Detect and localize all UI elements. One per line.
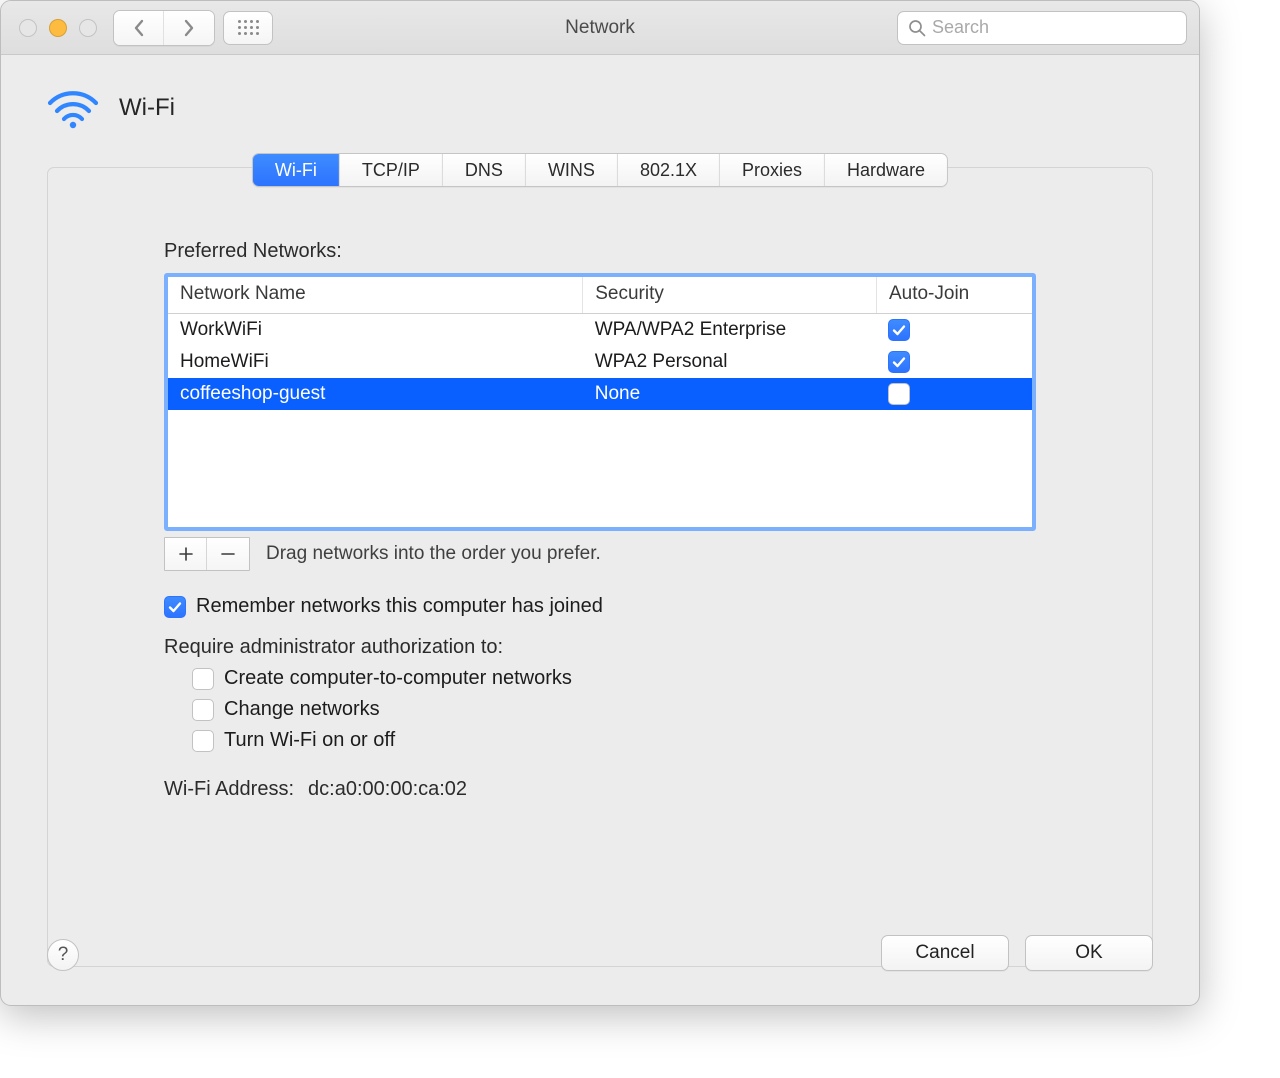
column-header-security[interactable]: Security [583,277,877,314]
close-window-button[interactable] [19,19,37,37]
add-remove-controls [164,537,250,571]
chevron-right-icon [182,19,196,37]
page-title: Wi-Fi [119,94,175,122]
nav-back-forward [113,10,215,46]
plus-icon [178,546,194,562]
autojoin-checkbox[interactable] [888,319,910,341]
cancel-button[interactable]: Cancel [881,935,1009,971]
ok-button[interactable]: OK [1025,935,1153,971]
autojoin-cell [876,314,1032,347]
help-icon: ? [58,944,69,966]
table-row[interactable]: WorkWiFiWPA/WPA2 Enterprise [168,314,1032,347]
cancel-button-label: Cancel [915,942,974,964]
remember-networks-option[interactable]: Remember networks this computer has join… [164,595,1036,618]
tabs: Wi-FiTCP/IPDNSWINS802.1XProxiesHardware [252,153,948,187]
autojoin-cell [876,378,1032,410]
footer-buttons: Cancel OK [881,935,1153,971]
remember-networks-label: Remember networks this computer has join… [196,595,603,618]
zoom-window-button[interactable] [79,19,97,37]
security-cell: None [583,378,877,410]
table-row[interactable]: coffeeshop-guestNone [168,378,1032,410]
titlebar: Network Search [1,1,1199,55]
chevron-left-icon [132,19,146,37]
show-all-button[interactable] [223,11,273,45]
security-cell: WPA/WPA2 Enterprise [583,314,877,347]
content-panel: Preferred Networks: Network Name Securit… [47,167,1153,967]
admin-turn-label: Turn Wi-Fi on or off [224,729,395,752]
network-name-cell: coffeeshop-guest [168,378,583,410]
admin-turn-checkbox[interactable] [192,730,214,752]
network-preferences-window: Network Search Wi-Fi Preferred Networks: [0,0,1200,1006]
drag-hint: Drag networks into the order you prefer. [266,543,601,565]
autojoin-cell [876,346,1032,378]
admin-change-checkbox[interactable] [192,699,214,721]
admin-create-option[interactable]: Create computer-to-computer networks [192,667,1036,690]
tab-proxies[interactable]: Proxies [720,154,825,186]
remove-network-button[interactable] [207,538,249,570]
column-header-autojoin[interactable]: Auto-Join [876,277,1032,314]
search-placeholder: Search [932,17,989,38]
preferred-networks-table[interactable]: Network Name Security Auto-Join WorkWiFi… [164,273,1036,531]
tab-dns[interactable]: DNS [443,154,526,186]
wifi-address-value: dc:a0:00:00:ca:02 [308,778,467,801]
admin-create-label: Create computer-to-computer networks [224,667,572,690]
tab-wi-fi[interactable]: Wi-Fi [253,154,340,186]
traffic-lights [19,19,97,37]
add-network-button[interactable] [165,538,207,570]
wifi-icon [47,87,99,129]
forward-button[interactable] [164,11,214,45]
autojoin-checkbox[interactable] [888,383,910,405]
tab-tcp-ip[interactable]: TCP/IP [340,154,443,186]
tab-hardware[interactable]: Hardware [825,154,947,186]
table-row[interactable]: HomeWiFiWPA2 Personal [168,346,1032,378]
admin-auth-heading: Require administrator authorization to: [164,636,1036,659]
network-name-cell: WorkWiFi [168,314,583,347]
preferred-networks-label: Preferred Networks: [164,240,1036,263]
page-header: Wi-Fi [1,55,1199,139]
tab-wins[interactable]: WINS [526,154,618,186]
minimize-window-button[interactable] [49,19,67,37]
admin-create-checkbox[interactable] [192,668,214,690]
admin-change-label: Change networks [224,698,380,721]
grid-icon [238,20,259,35]
admin-change-option[interactable]: Change networks [192,698,1036,721]
tab-802-1x[interactable]: 802.1X [618,154,720,186]
column-header-network-name[interactable]: Network Name [168,277,583,314]
network-name-cell: HomeWiFi [168,346,583,378]
search-icon [908,19,926,37]
admin-turn-option[interactable]: Turn Wi-Fi on or off [192,729,1036,752]
wifi-address-label: Wi-Fi Address: [164,778,294,801]
wifi-address-row: Wi-Fi Address: dc:a0:00:00:ca:02 [164,778,1036,801]
back-button[interactable] [114,11,164,45]
remember-networks-checkbox[interactable] [164,596,186,618]
help-button[interactable]: ? [47,939,79,971]
ok-button-label: OK [1075,942,1102,964]
autojoin-checkbox[interactable] [888,351,910,373]
minus-icon [220,546,236,562]
security-cell: WPA2 Personal [583,346,877,378]
search-input[interactable]: Search [897,11,1187,45]
